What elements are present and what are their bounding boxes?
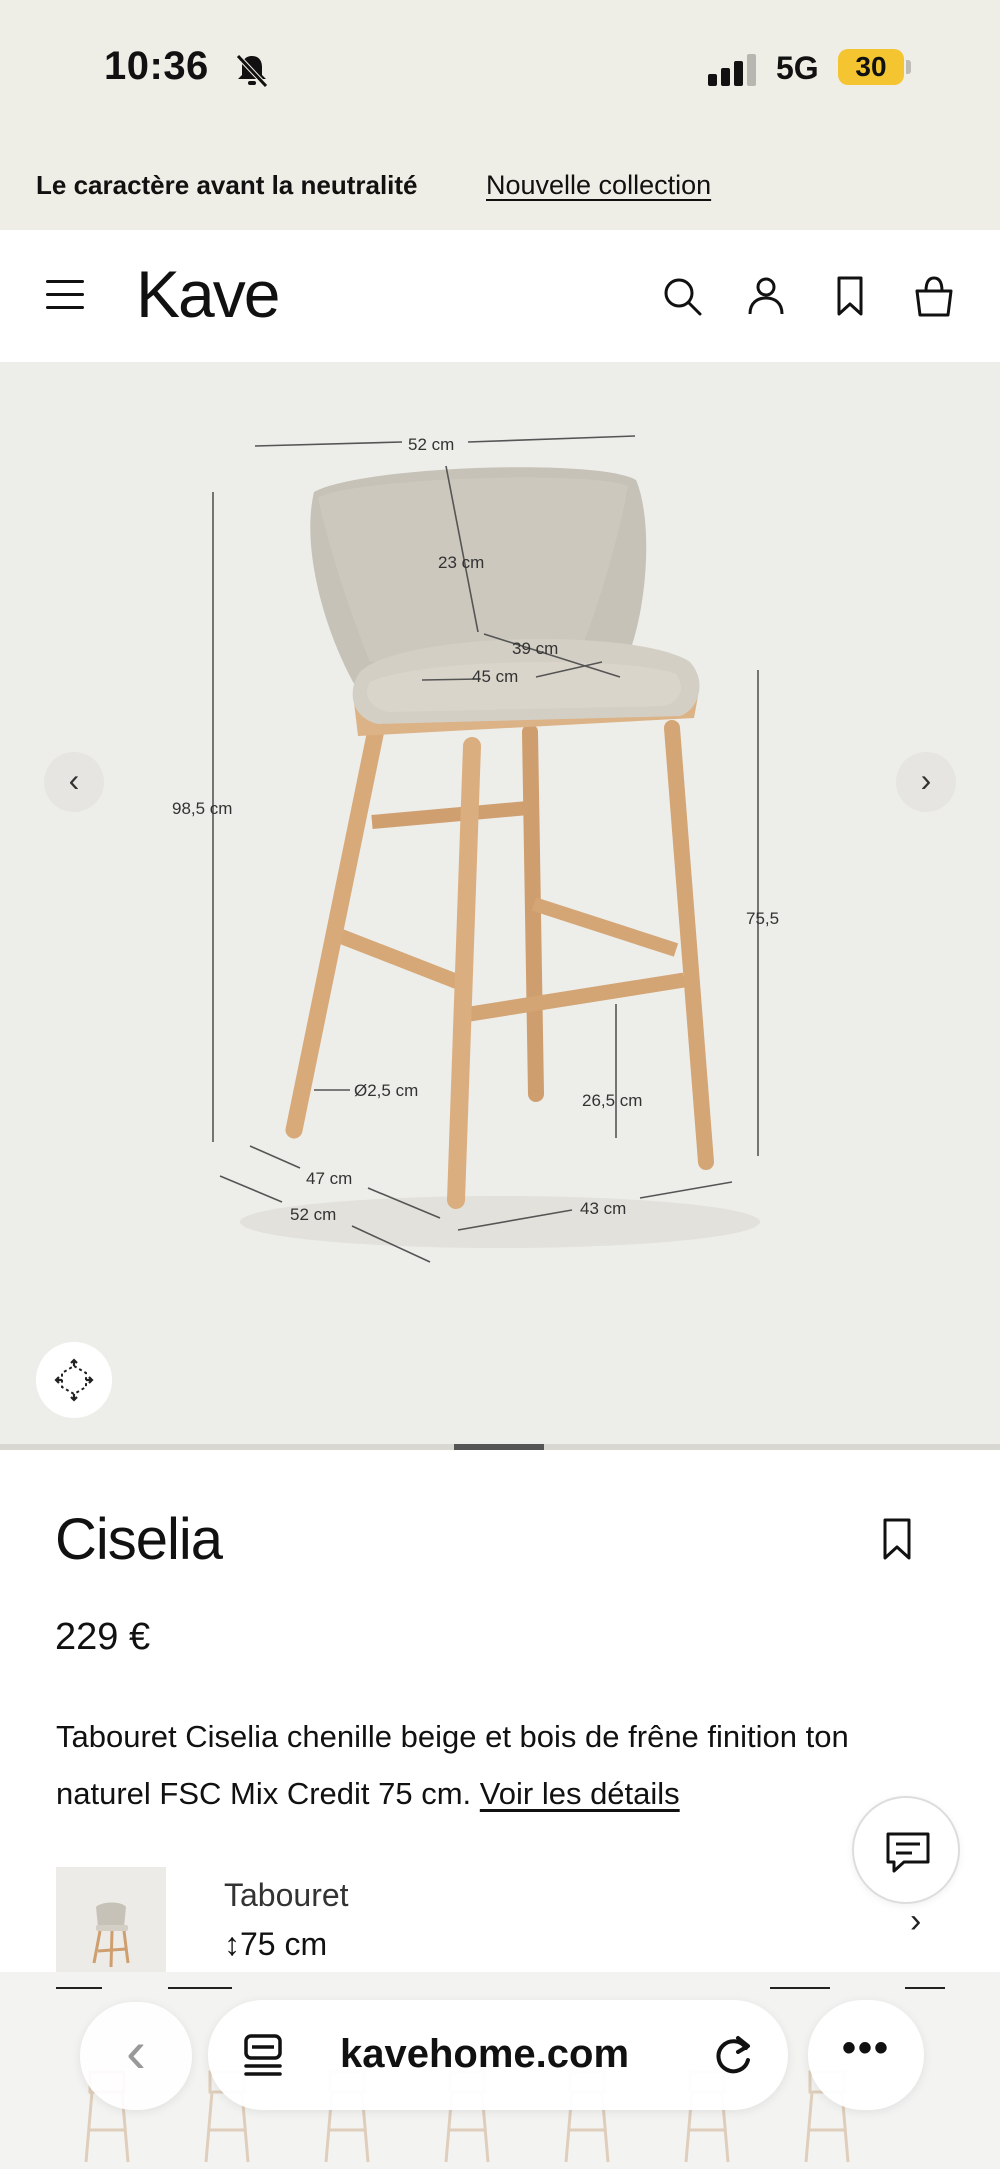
product-gallery[interactable]: 52 cm 23 cm 39 cm 45 cm 98,5 cm 75,5 Ø2,… xyxy=(0,362,1000,1450)
dim-backrest-height: 23 cm xyxy=(438,553,484,572)
battery-cap xyxy=(906,60,911,74)
dim-depth-outer: 52 cm xyxy=(290,1205,336,1224)
variant-size: ↕75 cm xyxy=(224,1926,328,1962)
product-title: Ciselia xyxy=(55,1507,223,1572)
reload-icon[interactable] xyxy=(708,2030,758,2080)
menu-icon[interactable] xyxy=(46,280,84,312)
variant-selector[interactable]: Tabouret ↕75 cm › xyxy=(0,1862,1000,1975)
address-bar[interactable]: kavehome.com xyxy=(208,2000,788,2110)
shopping-bag-icon[interactable] xyxy=(912,274,956,318)
stool-dimensions-image: 52 cm 23 cm 39 cm 45 cm 98,5 cm 75,5 Ø2,… xyxy=(172,435,779,1263)
variant-thumbnail xyxy=(56,1867,166,1975)
reader-mode-icon[interactable] xyxy=(238,2030,288,2080)
browser-more-button[interactable]: ••• xyxy=(808,2000,924,2110)
bell-muted-icon xyxy=(236,54,268,88)
dim-depth-inner: 47 cm xyxy=(306,1169,352,1188)
promo-link[interactable]: Nouvelle collection xyxy=(486,170,711,201)
bookmark-icon[interactable] xyxy=(828,274,872,318)
gallery-pager xyxy=(0,1444,1000,1450)
gallery-pager-active xyxy=(454,1444,544,1450)
product-description: Tabouret Ciselia chenille beige et bois … xyxy=(56,1708,936,1822)
divider-lines xyxy=(56,1987,945,1989)
view-360-icon[interactable] xyxy=(36,1342,112,1418)
description-text: Tabouret Ciselia chenille beige et bois … xyxy=(56,1719,849,1811)
cellular-signal-icon xyxy=(708,54,756,86)
browser-back-button[interactable]: ‹ xyxy=(80,2002,192,2110)
dim-total-height: 98,5 cm xyxy=(172,799,232,818)
dim-seat-depth: 39 cm xyxy=(512,639,558,658)
account-icon[interactable] xyxy=(744,274,788,318)
site-logo[interactable]: Kave xyxy=(136,256,280,332)
site-header: Kave xyxy=(0,230,1000,362)
dim-base-width: 43 cm xyxy=(580,1199,626,1218)
gallery-prev-button[interactable]: ‹ xyxy=(44,752,104,812)
dim-footrest-height: 26,5 cm xyxy=(582,1091,642,1110)
url-text: kavehome.com xyxy=(340,2032,630,2076)
dim-width-top: 52 cm xyxy=(408,435,454,454)
dim-seat-height: 75,5 xyxy=(746,909,779,928)
wishlist-bookmark-icon[interactable] xyxy=(878,1516,916,1562)
dim-leg-diameter: Ø2,5 cm xyxy=(354,1081,418,1100)
search-icon[interactable] xyxy=(660,274,704,318)
battery-level: 30 xyxy=(838,49,904,85)
status-time: 10:36 xyxy=(104,44,209,88)
promo-banner: Le caractère avant la neutralité Nouvell… xyxy=(0,140,1000,230)
gallery-next-button[interactable]: › xyxy=(896,752,956,812)
variant-type: Tabouret xyxy=(224,1877,349,1913)
chevron-right-icon[interactable]: › xyxy=(910,1902,921,1941)
details-link[interactable]: Voir les détails xyxy=(480,1776,680,1811)
dim-seat-width: 45 cm xyxy=(472,667,518,686)
network-type: 5G xyxy=(776,50,819,86)
status-bar: 10:36 5G 30 xyxy=(0,0,1000,140)
product-price: 229 € xyxy=(55,1616,151,1658)
promo-text: Le caractère avant la neutralité xyxy=(36,170,418,200)
